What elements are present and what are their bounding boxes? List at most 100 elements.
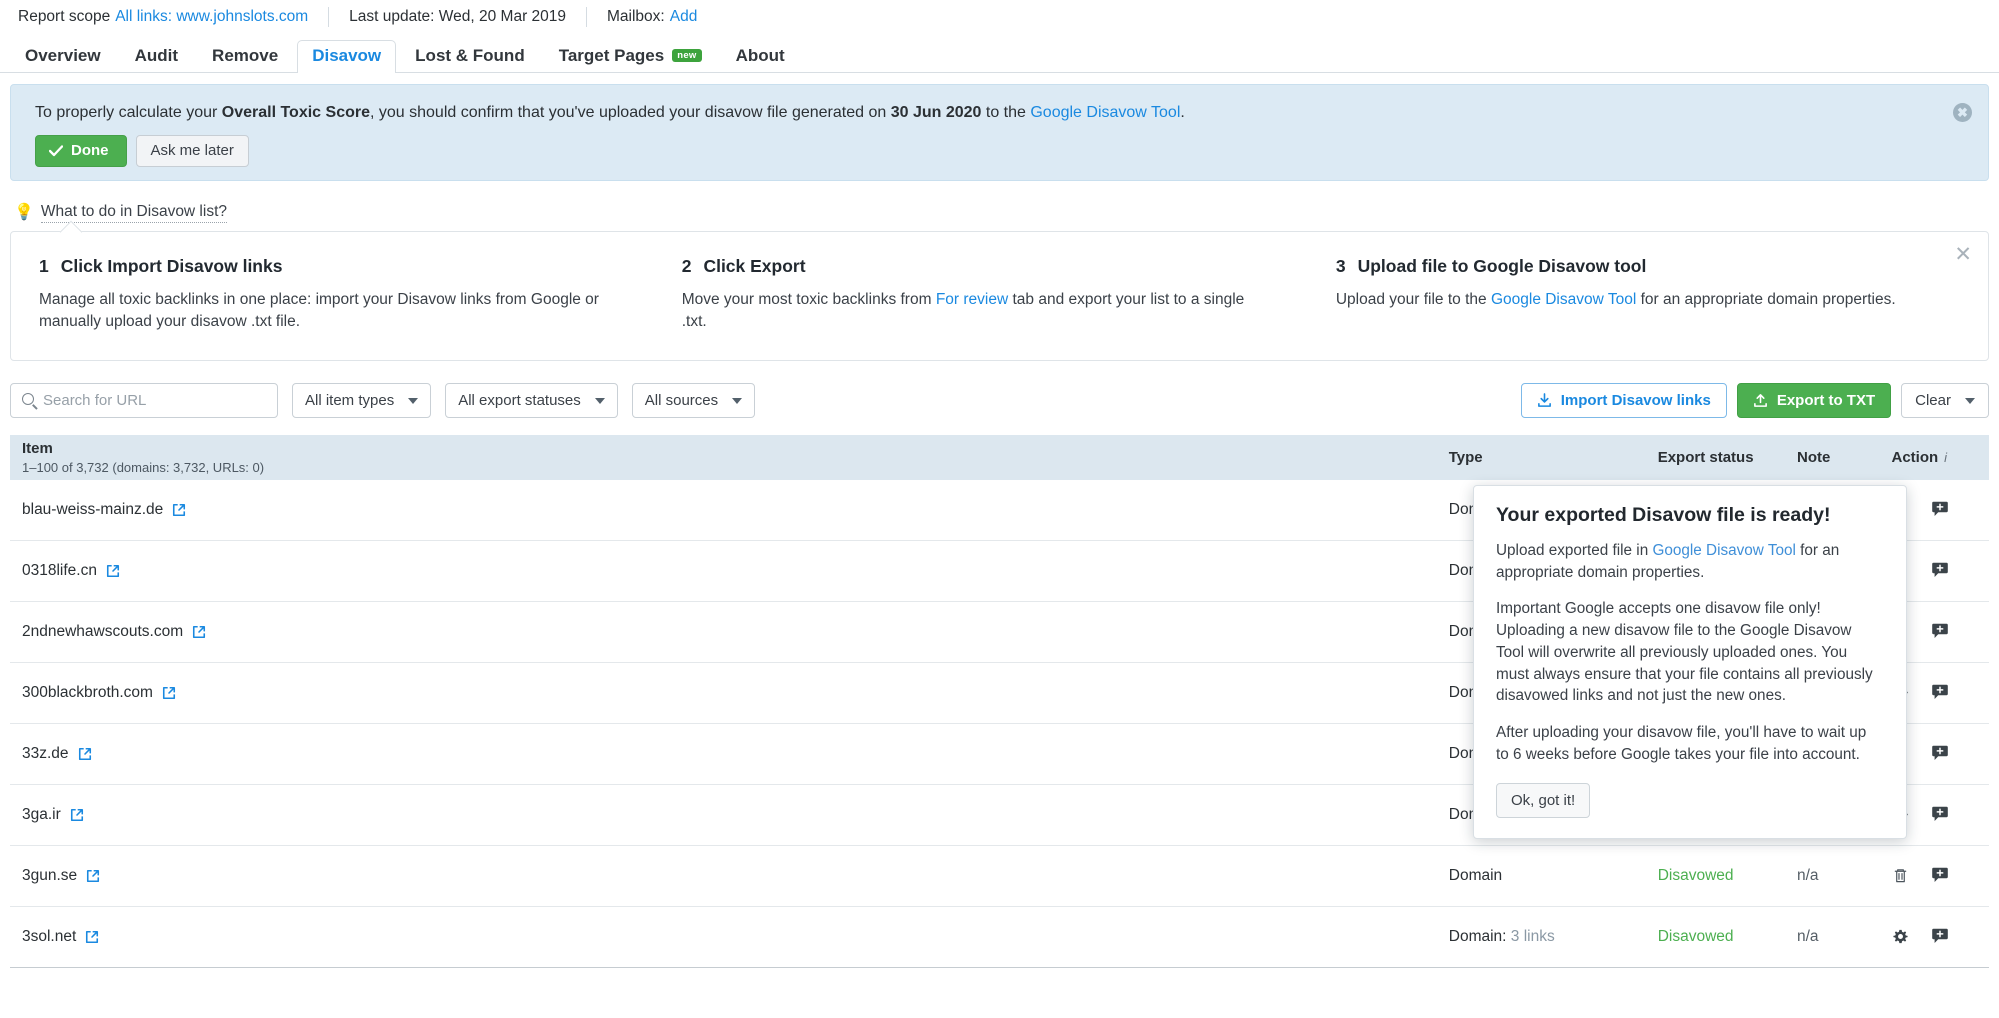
google-disavow-tool-link[interactable]: Google Disavow Tool [1491, 291, 1636, 308]
filter-sources[interactable]: All sources [632, 383, 755, 418]
comment-add-icon[interactable] [1931, 745, 1949, 762]
search-input[interactable] [43, 392, 277, 409]
chevron-down-icon [408, 398, 418, 404]
column-header-note: Note [1797, 449, 1892, 466]
external-link-icon[interactable] [85, 930, 99, 944]
item-domain-label: 0318life.cn [22, 562, 97, 580]
ask-me-later-button[interactable]: Ask me later [136, 135, 249, 167]
external-link-icon[interactable] [70, 808, 84, 822]
type-label: Domain: [1449, 928, 1507, 945]
column-header-export-status: Export status [1658, 449, 1797, 466]
trash-icon[interactable] [1892, 867, 1909, 884]
tab-disavow[interactable]: Disavow [297, 40, 396, 73]
comment-add-icon[interactable] [1931, 928, 1949, 945]
step-3-text-pre: Upload your file to the [1336, 291, 1491, 308]
clear-button[interactable]: Clear [1901, 383, 1989, 418]
step-3: 3 Upload file to Google Disavow tool Upl… [1336, 256, 1960, 334]
import-icon [1537, 393, 1552, 408]
column-header-type: Type [1449, 449, 1658, 466]
tab-label: Target Pages [559, 47, 665, 64]
tab-target-pages[interactable]: Target Pages new [544, 40, 717, 73]
filter-export-statuses-label: All export statuses [458, 392, 581, 409]
external-link-icon[interactable] [106, 564, 120, 578]
step-1-body: Manage all toxic backlinks in one place:… [39, 289, 612, 334]
external-link-icon[interactable] [162, 686, 176, 700]
popup-paragraph-1: Upload exported file in Google Disavow T… [1496, 540, 1882, 583]
last-update-label: Last update: Wed, 20 Mar 2019 [349, 8, 566, 26]
ok-got-it-button[interactable]: Ok, got it! [1496, 783, 1590, 818]
main-tabbar: Overview Audit Remove Disavow Lost & Fou… [0, 33, 1999, 73]
gear-icon[interactable] [1892, 928, 1909, 945]
type-links-count[interactable]: 3 links [1511, 928, 1555, 945]
banner-text-4: . [1180, 104, 1184, 121]
comment-add-icon[interactable] [1931, 501, 1949, 518]
external-link-icon[interactable] [86, 869, 100, 883]
cell-action [1892, 867, 1990, 884]
filter-item-types-label: All item types [305, 392, 394, 409]
close-icon[interactable]: ✖ [1953, 103, 1972, 122]
filter-item-types[interactable]: All item types [292, 383, 431, 418]
step-3-body: Upload your file to the Google Disavow T… [1336, 289, 1916, 311]
external-link-icon[interactable] [172, 503, 186, 517]
lightbulb-icon: 💡 [14, 205, 34, 221]
cell-item: 3gun.se [10, 867, 1449, 885]
step-2: 2 Click Export Move your most toxic back… [682, 256, 1336, 334]
banner-message: To properly calculate your Overall Toxic… [35, 103, 1966, 122]
toolbar-right-actions: Import Disavow links Export to TXT Clear [1521, 383, 1989, 418]
info-icon[interactable]: i [1944, 450, 1947, 465]
mailbox-add-link[interactable]: Add [670, 8, 698, 26]
item-domain-label: blau-weiss-mainz.de [22, 501, 163, 519]
popup-paragraph-2: Important Google accepts one disavow fil… [1496, 598, 1882, 707]
filter-sources-label: All sources [645, 392, 718, 409]
item-domain-label: 3ga.ir [22, 806, 61, 824]
google-disavow-tool-link[interactable]: Google Disavow Tool [1030, 104, 1180, 121]
column-header-action-label: Action [1892, 449, 1939, 466]
tab-audit[interactable]: Audit [120, 40, 193, 73]
tab-label: Disavow [312, 47, 381, 64]
step-1-title: Click Import Disavow links [61, 256, 283, 277]
tab-overview[interactable]: Overview [10, 40, 116, 73]
banner-text-3: to the [981, 104, 1030, 121]
tab-remove[interactable]: Remove [197, 40, 293, 73]
cell-note: n/a [1797, 928, 1892, 946]
comment-add-icon[interactable] [1931, 806, 1949, 823]
toxic-score-banner: To properly calculate your Overall Toxic… [10, 84, 1989, 181]
type-label: Domain [1449, 867, 1502, 884]
divider [328, 7, 329, 27]
cell-item: 3ga.ir [10, 806, 1449, 824]
comment-add-icon[interactable] [1931, 867, 1949, 884]
google-disavow-tool-link[interactable]: Google Disavow Tool [1652, 542, 1795, 559]
pagination-summary: 1–100 of 3,732 (domains: 3,732, URLs: 0) [22, 460, 1449, 475]
close-icon[interactable]: ✕ [1954, 244, 1972, 265]
popup-p1-pre: Upload exported file in [1496, 542, 1652, 559]
export-ready-popup: Your exported Disavow file is ready! Upl… [1473, 485, 1907, 839]
external-link-icon[interactable] [78, 747, 92, 761]
import-disavow-links-button[interactable]: Import Disavow links [1521, 383, 1727, 418]
table-row[interactable]: 3gun.seDomainDisavowedn/a [10, 846, 1989, 907]
comment-add-icon[interactable] [1931, 623, 1949, 640]
popup-paragraph-3: After uploading your disavow file, you'l… [1496, 722, 1882, 765]
done-button[interactable]: Done [35, 135, 127, 167]
done-label: Done [71, 143, 109, 158]
cell-item: 3sol.net [10, 928, 1449, 946]
banner-bold-2: 30 Jun 2020 [891, 104, 982, 121]
tab-lost-and-found[interactable]: Lost & Found [400, 40, 540, 73]
export-to-txt-button[interactable]: Export to TXT [1737, 383, 1891, 418]
search-box[interactable] [10, 383, 278, 418]
item-domain-label: 33z.de [22, 745, 69, 763]
step-3-number: 3 [1336, 256, 1346, 277]
table-row[interactable]: 3sol.netDomain: 3 linksDisavowedn/a [10, 907, 1989, 968]
cell-item: 33z.de [10, 745, 1449, 763]
filter-export-statuses[interactable]: All export statuses [445, 383, 618, 418]
item-domain-label: 300blackbroth.com [22, 684, 153, 702]
step-1: 1 Click Import Disavow links Manage all … [39, 256, 682, 334]
comment-add-icon[interactable] [1931, 562, 1949, 579]
item-domain-label: 3sol.net [22, 928, 76, 946]
for-review-link[interactable]: For review [936, 291, 1008, 308]
report-scope-link[interactable]: All links: www.johnslots.com [115, 8, 308, 26]
external-link-icon[interactable] [192, 625, 206, 639]
tab-about[interactable]: About [721, 40, 800, 73]
step-3-title: Upload file to Google Disavow tool [1358, 256, 1647, 277]
what-to-do-link[interactable]: What to do in Disavow list? [41, 203, 227, 223]
comment-add-icon[interactable] [1931, 684, 1949, 701]
